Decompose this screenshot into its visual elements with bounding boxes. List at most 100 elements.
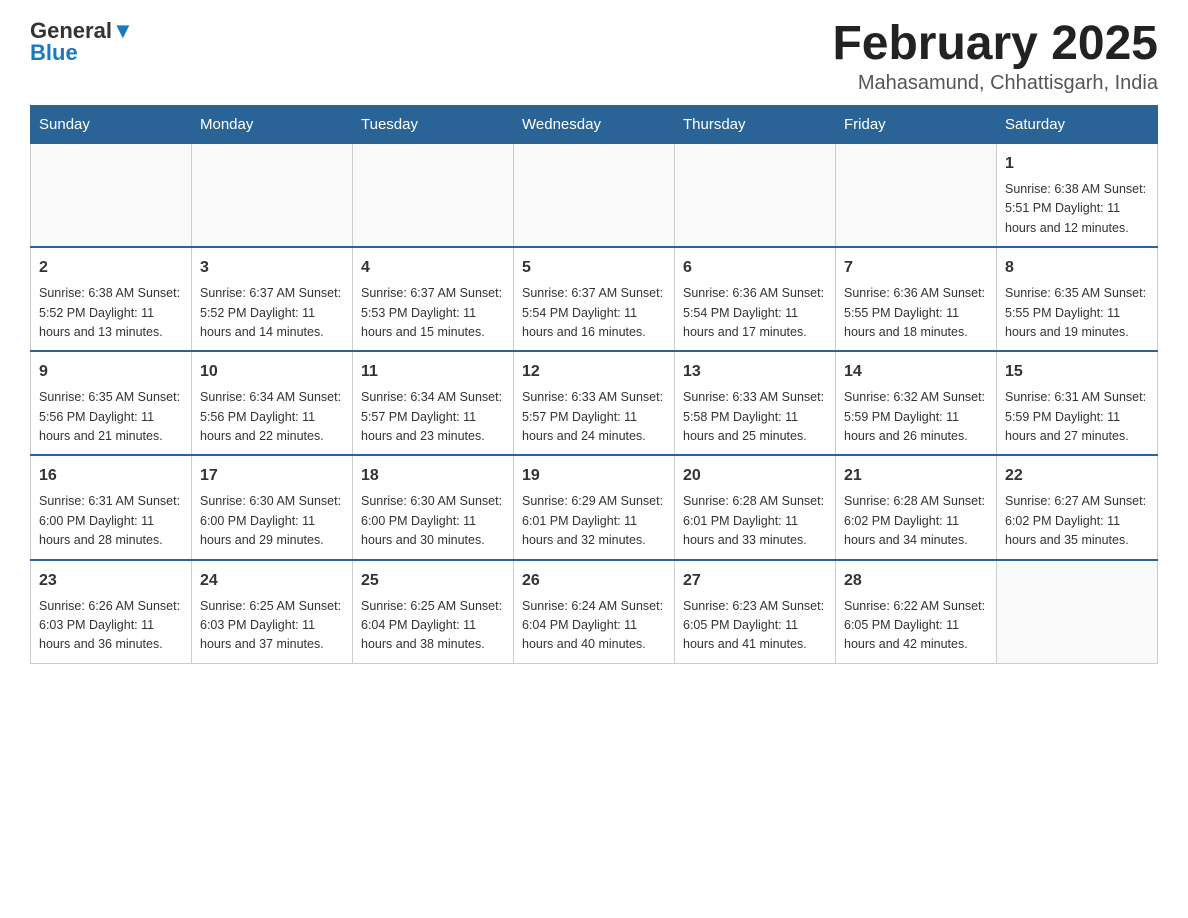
day-number: 8 — [1005, 256, 1149, 280]
day-info: Sunrise: 6:37 AM Sunset: 5:54 PM Dayligh… — [522, 284, 666, 342]
day-info: Sunrise: 6:34 AM Sunset: 5:56 PM Dayligh… — [200, 388, 344, 446]
day-number: 6 — [683, 256, 827, 280]
day-info: Sunrise: 6:25 AM Sunset: 6:03 PM Dayligh… — [200, 597, 344, 655]
col-friday: Friday — [836, 106, 997, 144]
title-area: February 2025 Mahasamund, Chhattisgarh, … — [832, 20, 1158, 95]
day-number: 2 — [39, 256, 183, 280]
day-info: Sunrise: 6:37 AM Sunset: 5:52 PM Dayligh… — [200, 284, 344, 342]
day-number: 17 — [200, 464, 344, 488]
calendar-header-row: Sunday Monday Tuesday Wednesday Thursday… — [31, 106, 1158, 144]
col-saturday: Saturday — [997, 106, 1158, 144]
table-row: 14 Sunrise: 6:32 AM Sunset: 5:59 PM Dayli… — [836, 351, 997, 455]
table-row: 17 Sunrise: 6:30 AM Sunset: 6:00 PM Dayli… — [192, 455, 353, 559]
table-row: 1 Sunrise: 6:38 AM Sunset: 5:51 PM Daylig… — [997, 144, 1158, 248]
table-row: 19 Sunrise: 6:29 AM Sunset: 6:01 PM Dayli… — [514, 455, 675, 559]
day-info: Sunrise: 6:35 AM Sunset: 5:56 PM Dayligh… — [39, 388, 183, 446]
day-info: Sunrise: 6:31 AM Sunset: 6:00 PM Dayligh… — [39, 492, 183, 550]
col-monday: Monday — [192, 106, 353, 144]
day-info: Sunrise: 6:24 AM Sunset: 6:04 PM Dayligh… — [522, 597, 666, 655]
day-info: Sunrise: 6:32 AM Sunset: 5:59 PM Dayligh… — [844, 388, 988, 446]
col-wednesday: Wednesday — [514, 106, 675, 144]
table-row: 15 Sunrise: 6:31 AM Sunset: 5:59 PM Dayli… — [997, 351, 1158, 455]
day-info: Sunrise: 6:28 AM Sunset: 6:01 PM Dayligh… — [683, 492, 827, 550]
day-info: Sunrise: 6:22 AM Sunset: 6:05 PM Dayligh… — [844, 597, 988, 655]
day-number: 1 — [1005, 152, 1149, 176]
day-number: 23 — [39, 569, 183, 593]
day-info: Sunrise: 6:27 AM Sunset: 6:02 PM Dayligh… — [1005, 492, 1149, 550]
day-number: 16 — [39, 464, 183, 488]
table-row: 21Sunrise: 6:28 AM Sunset: 6:02 PM Dayli… — [836, 455, 997, 559]
day-info: Sunrise: 6:36 AM Sunset: 5:55 PM Dayligh… — [844, 284, 988, 342]
table-row — [31, 144, 192, 248]
table-row — [675, 144, 836, 248]
table-row: 13 Sunrise: 6:33 AM Sunset: 5:58 PM Dayli… — [675, 351, 836, 455]
day-info: Sunrise: 6:35 AM Sunset: 5:55 PM Dayligh… — [1005, 284, 1149, 342]
day-info: Sunrise: 6:31 AM Sunset: 5:59 PM Dayligh… — [1005, 388, 1149, 446]
day-number: 9 — [39, 360, 183, 384]
day-number: 15 — [1005, 360, 1149, 384]
table-row: 9 Sunrise: 6:35 AM Sunset: 5:56 PM Daylig… — [31, 351, 192, 455]
table-row — [514, 144, 675, 248]
day-info: Sunrise: 6:38 AM Sunset: 5:52 PM Dayligh… — [39, 284, 183, 342]
day-number: 20 — [683, 464, 827, 488]
table-row: 4 Sunrise: 6:37 AM Sunset: 5:53 PM Daylig… — [353, 247, 514, 351]
logo-arrow-icon: ▼ — [112, 18, 134, 43]
table-row: 28 Sunrise: 6:22 AM Sunset: 6:05 PM Dayli… — [836, 560, 997, 664]
table-row — [192, 144, 353, 248]
day-info: Sunrise: 6:29 AM Sunset: 6:01 PM Dayligh… — [522, 492, 666, 550]
day-info: Sunrise: 6:26 AM Sunset: 6:03 PM Dayligh… — [39, 597, 183, 655]
table-row: 3 Sunrise: 6:37 AM Sunset: 5:52 PM Daylig… — [192, 247, 353, 351]
table-row: 6 Sunrise: 6:36 AM Sunset: 5:54 PM Daylig… — [675, 247, 836, 351]
table-row: 27Sunrise: 6:23 AM Sunset: 6:05 PM Dayli… — [675, 560, 836, 664]
day-number: 28 — [844, 569, 988, 593]
day-info: Sunrise: 6:25 AM Sunset: 6:04 PM Dayligh… — [361, 597, 505, 655]
day-number: 5 — [522, 256, 666, 280]
table-row: 7 Sunrise: 6:36 AM Sunset: 5:55 PM Daylig… — [836, 247, 997, 351]
day-number: 4 — [361, 256, 505, 280]
day-info: Sunrise: 6:30 AM Sunset: 6:00 PM Dayligh… — [361, 492, 505, 550]
day-number: 27 — [683, 569, 827, 593]
logo-general: General▼ — [30, 20, 134, 42]
day-info: Sunrise: 6:36 AM Sunset: 5:54 PM Dayligh… — [683, 284, 827, 342]
table-row: 25 Sunrise: 6:25 AM Sunset: 6:04 PM Dayli… — [353, 560, 514, 664]
table-row: 11 Sunrise: 6:34 AM Sunset: 5:57 PM Dayli… — [353, 351, 514, 455]
day-number: 7 — [844, 256, 988, 280]
day-number: 13 — [683, 360, 827, 384]
table-row: 8 Sunrise: 6:35 AM Sunset: 5:55 PM Daylig… — [997, 247, 1158, 351]
page-header: General▼ Blue February 2025 Mahasamund, … — [30, 20, 1158, 95]
col-sunday: Sunday — [31, 106, 192, 144]
day-info: Sunrise: 6:34 AM Sunset: 5:57 PM Dayligh… — [361, 388, 505, 446]
day-number: 24 — [200, 569, 344, 593]
table-row: 24 Sunrise: 6:25 AM Sunset: 6:03 PM Dayli… — [192, 560, 353, 664]
table-row: 18 Sunrise: 6:30 AM Sunset: 6:00 PM Dayli… — [353, 455, 514, 559]
col-tuesday: Tuesday — [353, 106, 514, 144]
day-number: 21 — [844, 464, 988, 488]
day-number: 14 — [844, 360, 988, 384]
day-number: 10 — [200, 360, 344, 384]
logo: General▼ Blue — [30, 20, 134, 66]
table-row: 10 Sunrise: 6:34 AM Sunset: 5:56 PM Dayli… — [192, 351, 353, 455]
calendar-table: Sunday Monday Tuesday Wednesday Thursday… — [30, 105, 1158, 664]
table-row — [353, 144, 514, 248]
day-number: 22 — [1005, 464, 1149, 488]
month-title: February 2025 — [832, 20, 1158, 68]
day-number: 11 — [361, 360, 505, 384]
table-row: 12 Sunrise: 6:33 AM Sunset: 5:57 PM Dayli… — [514, 351, 675, 455]
day-number: 25 — [361, 569, 505, 593]
day-info: Sunrise: 6:33 AM Sunset: 5:58 PM Dayligh… — [683, 388, 827, 446]
day-number: 19 — [522, 464, 666, 488]
col-thursday: Thursday — [675, 106, 836, 144]
location: Mahasamund, Chhattisgarh, India — [832, 72, 1158, 95]
day-info: Sunrise: 6:37 AM Sunset: 5:53 PM Dayligh… — [361, 284, 505, 342]
table-row: 5 Sunrise: 6:37 AM Sunset: 5:54 PM Daylig… — [514, 247, 675, 351]
day-info: Sunrise: 6:38 AM Sunset: 5:51 PM Dayligh… — [1005, 180, 1149, 238]
table-row — [997, 560, 1158, 664]
table-row — [836, 144, 997, 248]
table-row: 22 Sunrise: 6:27 AM Sunset: 6:02 PM Dayli… — [997, 455, 1158, 559]
day-number: 3 — [200, 256, 344, 280]
day-info: Sunrise: 6:33 AM Sunset: 5:57 PM Dayligh… — [522, 388, 666, 446]
day-number: 18 — [361, 464, 505, 488]
day-info: Sunrise: 6:30 AM Sunset: 6:00 PM Dayligh… — [200, 492, 344, 550]
day-number: 26 — [522, 569, 666, 593]
day-number: 12 — [522, 360, 666, 384]
